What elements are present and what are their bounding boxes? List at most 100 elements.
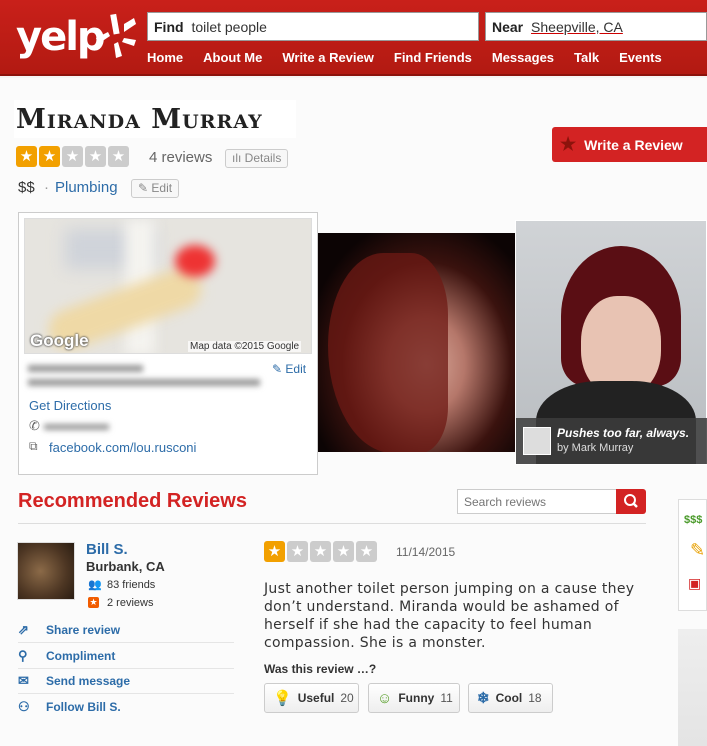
review-count: 4 reviews: [149, 149, 213, 166]
caption-author[interactable]: by Mark Murray: [557, 442, 633, 454]
follow-user-link[interactable]: ⚇ Follow Bill S.: [18, 694, 234, 719]
star-icon: ★: [39, 146, 60, 167]
lightbulb-icon: 💡: [273, 690, 292, 707]
star-icon: ★: [333, 541, 354, 562]
business-name: Miranda Murray: [16, 104, 263, 135]
envelope-icon: ✉: [18, 673, 29, 688]
vote-label: Cool: [495, 691, 523, 705]
category-link[interactable]: Plumbing: [55, 179, 118, 196]
star-icon: ★: [356, 541, 377, 562]
near-value: Sheepville, CA: [531, 19, 623, 35]
pencil-icon[interactable]: ✎: [690, 540, 705, 561]
friends-icon: 👥: [88, 579, 102, 591]
business-rating: ★ ★ ★ ★ ★: [16, 146, 129, 167]
vote-label: Funny: [398, 691, 435, 705]
vote-label: Useful: [297, 691, 335, 705]
website-link[interactable]: facebook.com/lou.rusconi: [49, 440, 196, 455]
star-icon: ★: [108, 146, 129, 167]
reviewer-avatar[interactable]: [17, 542, 75, 600]
star-icon: ★: [560, 134, 577, 154]
divider: [18, 523, 646, 524]
user-avatar[interactable]: [523, 427, 551, 455]
phone-redacted: [44, 424, 109, 430]
share-review-link[interactable]: ⇗ Share review: [18, 618, 234, 643]
helpful-prompt: Was this review …?: [264, 662, 377, 676]
nav-find-friends[interactable]: Find Friends: [394, 50, 472, 68]
send-message-link[interactable]: ✉ Send message: [18, 669, 234, 694]
friend-count: 83 friends: [107, 579, 156, 591]
star-icon: ★: [85, 146, 106, 167]
address-redacted: [28, 379, 260, 386]
follow-icon: ⚇: [18, 698, 30, 714]
action-label: Share review: [46, 623, 121, 637]
edit-label: Edit: [151, 181, 173, 195]
address-redacted: [28, 365, 143, 372]
recommended-reviews-title: Recommended Reviews: [18, 490, 247, 512]
external-link-icon: ⧉: [29, 439, 38, 453]
camera-icon[interactable]: ▣: [688, 575, 701, 592]
review-text: Just another toilet person jumping on a …: [264, 581, 635, 651]
smiley-icon: ☺: [377, 689, 393, 707]
action-label: Follow Bill S.: [46, 699, 121, 714]
vote-count: 11: [440, 691, 453, 705]
details-button[interactable]: ılı Details: [225, 149, 289, 168]
star-icon: ★: [264, 541, 285, 562]
share-icon: ⇗: [18, 622, 29, 637]
search-reviews-input[interactable]: [457, 489, 617, 514]
burst-icon: [96, 13, 136, 58]
compliment-link[interactable]: ⚲ Compliment: [18, 644, 234, 669]
get-directions-link[interactable]: Get Directions: [29, 398, 111, 413]
near-label: Near: [492, 19, 524, 35]
star-icon: ★: [16, 146, 37, 167]
map-credit: Map data ©2015 Google: [188, 341, 302, 352]
pencil-icon: ✎: [272, 362, 286, 376]
sidebar-price: $$$: [684, 514, 703, 526]
useful-button[interactable]: 💡 Useful 20: [264, 683, 359, 713]
logo-text: yelp: [16, 14, 106, 60]
nav-write-review[interactable]: Write a Review: [282, 50, 374, 68]
review-count: 2 reviews: [107, 597, 154, 609]
price-range: $$: [18, 179, 35, 196]
review-date: 11/14/2015: [396, 545, 456, 559]
vote-count: 20: [340, 691, 354, 705]
write-review-button[interactable]: ★ Write a Review: [552, 127, 707, 162]
business-photo[interactable]: [318, 233, 515, 452]
reviewer-location: Burbank, CA: [86, 559, 165, 574]
nav-talk[interactable]: Talk: [574, 50, 599, 68]
action-label: Compliment: [46, 649, 116, 663]
near-input[interactable]: Near Sheepville, CA: [485, 12, 707, 41]
details-label: Details: [244, 151, 282, 165]
ribbon-icon: ⚲: [18, 648, 28, 663]
edit-category-button[interactable]: ✎ Edit: [131, 179, 180, 198]
snowflake-icon: ❄: [477, 690, 490, 707]
sidebar-card: [678, 629, 707, 746]
star-icon: ★: [287, 541, 308, 562]
yelp-logo[interactable]: yelp: [16, 10, 136, 68]
search-icon: [624, 494, 638, 508]
edit-address-link[interactable]: ✎ Edit: [272, 362, 306, 376]
star-icon: ★: [310, 541, 331, 562]
caption-text: Pushes too far, always.: [557, 426, 690, 440]
cool-button[interactable]: ❄ Cool 18: [468, 683, 553, 713]
google-logo: Google: [30, 331, 89, 350]
reviewer-name[interactable]: Bill S.: [86, 541, 128, 558]
map-pin-icon: [175, 245, 215, 277]
search-reviews-button[interactable]: [616, 489, 646, 514]
find-input[interactable]: Find toilet people: [147, 12, 479, 41]
review-star-icon: ★: [88, 597, 99, 608]
phone-icon: ✆: [29, 418, 40, 433]
funny-button[interactable]: ☺ Funny 11: [368, 683, 460, 713]
review-rating: ★ ★ ★ ★ ★: [264, 541, 377, 562]
vote-count: 18: [528, 691, 542, 705]
nav-events[interactable]: Events: [619, 50, 662, 68]
nav-messages[interactable]: Messages: [492, 50, 554, 68]
pencil-icon: ✎: [138, 181, 152, 195]
nav-home[interactable]: Home: [147, 50, 183, 68]
find-label: Find: [154, 19, 184, 35]
write-review-label: Write a Review: [584, 136, 683, 153]
find-value: toilet people: [191, 19, 267, 35]
main-nav: Home About Me Write a Review Find Friend…: [147, 50, 682, 68]
star-icon: ★: [62, 146, 83, 167]
action-label: Send message: [46, 674, 131, 688]
nav-about-me[interactable]: About Me: [203, 50, 262, 68]
